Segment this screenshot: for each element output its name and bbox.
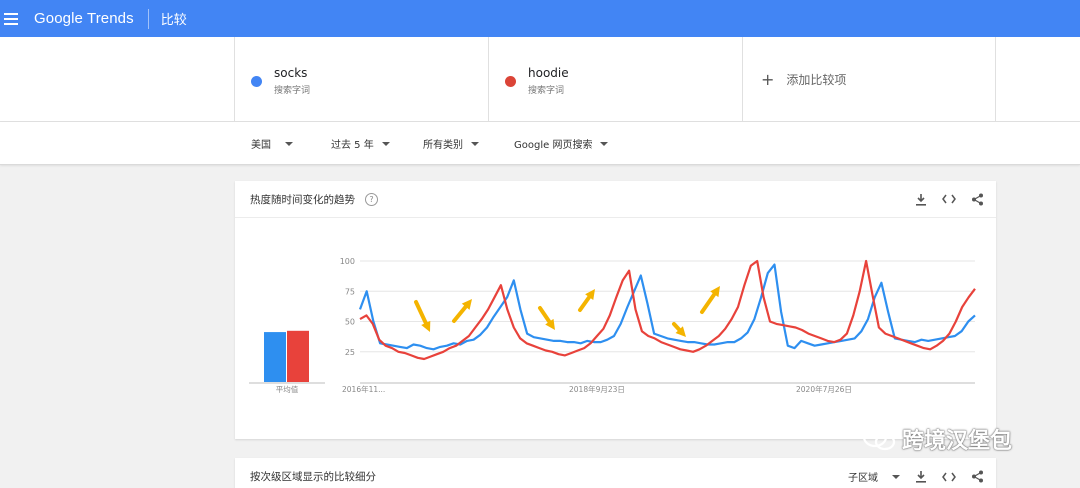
share-icon[interactable] bbox=[970, 470, 984, 484]
annotation-arrow-shaft bbox=[672, 322, 682, 332]
wechat-icon bbox=[862, 426, 896, 451]
card-title: 热度随时间变化的趋势 bbox=[250, 193, 355, 206]
average-label: 平均值 bbox=[276, 384, 299, 394]
card-title: 按次级区域显示的比较细分 bbox=[250, 471, 376, 483]
help-icon[interactable]: ? bbox=[365, 192, 378, 206]
subregion-select[interactable]: 子区域 bbox=[848, 469, 900, 484]
annotation-arrow-shaft bbox=[414, 300, 428, 325]
series-line-socks bbox=[358, 263, 976, 351]
x-tick-label: 2016年11... bbox=[342, 384, 385, 394]
search-type-select[interactable]: Google 网页搜索 bbox=[514, 136, 609, 151]
term-hoodie[interactable]: hoodie 搜索字词 bbox=[489, 37, 742, 96]
term-name: socks bbox=[274, 66, 308, 80]
download-icon[interactable] bbox=[914, 192, 928, 206]
x-tick-label: 2018年9月23日 bbox=[569, 384, 625, 394]
x-tick-label: 2020年7月26日 bbox=[796, 384, 852, 394]
time-range-select[interactable]: 过去 5 年 bbox=[331, 136, 390, 151]
embed-code-icon[interactable] bbox=[942, 470, 956, 484]
card-header: 按次级区域显示的比较细分 子区域 bbox=[235, 458, 996, 488]
interest-chart: 100 75 50 25 2016年11... 2018年9月23日 2020年7月26日 平… bbox=[249, 257, 976, 394]
chevron-down-icon bbox=[892, 474, 900, 479]
chevron-down-icon bbox=[285, 141, 293, 146]
share-icon[interactable] bbox=[970, 192, 984, 206]
annotation-arrow-shaft bbox=[538, 306, 552, 324]
page-title: 比较 bbox=[160, 13, 187, 28]
watermark: 跨境汉堡包 bbox=[862, 423, 1012, 455]
y-tick-label: 25 bbox=[345, 348, 355, 357]
card-tools bbox=[914, 192, 984, 206]
y-tick-label: 50 bbox=[345, 318, 355, 327]
plus-icon: + bbox=[761, 70, 775, 89]
card-header: 热度随时间变化的趋势 ? bbox=[235, 181, 996, 218]
y-tick-label: 75 bbox=[345, 287, 355, 296]
annotation-arrow-shaft bbox=[452, 304, 468, 323]
average-bar-socks bbox=[264, 332, 286, 382]
y-tick-label: 100 bbox=[340, 257, 355, 266]
app-bar: Google Trends 比较 bbox=[0, 0, 1080, 37]
embed-code-icon[interactable] bbox=[942, 192, 956, 206]
add-term-button[interactable]: + 添加比较项 bbox=[743, 37, 995, 122]
term-box-socks[interactable]: socks 搜索字词 bbox=[234, 37, 488, 122]
chevron-down-icon bbox=[600, 141, 609, 146]
interest-over-time-card: 热度随时间变化的趋势 ? 100 75 50 25 2016年11... 2018年9月2… bbox=[235, 181, 996, 439]
term-type: 搜索字词 bbox=[528, 86, 565, 96]
red-dot-icon bbox=[505, 75, 516, 87]
term-socks[interactable]: socks 搜索字词 bbox=[235, 37, 488, 96]
term-type: 搜索字词 bbox=[274, 86, 311, 96]
annotation-arrow-shaft bbox=[700, 292, 717, 314]
download-icon[interactable] bbox=[914, 470, 928, 484]
appbar-divider bbox=[147, 8, 149, 29]
annotation-arrow-shaft bbox=[578, 295, 592, 312]
category-select[interactable]: 所有类别 bbox=[423, 136, 479, 151]
menu-icon[interactable] bbox=[4, 12, 18, 25]
region-breakdown-card: 按次级区域显示的比较细分 子区域 bbox=[235, 458, 996, 488]
term-box-hoodie[interactable]: hoodie 搜索字词 bbox=[488, 37, 742, 122]
term-name: hoodie bbox=[528, 66, 569, 80]
blue-dot-icon bbox=[251, 75, 262, 87]
add-term-box[interactable]: + 添加比较项 bbox=[742, 37, 996, 122]
region-select[interactable]: 美国 bbox=[251, 136, 293, 151]
filter-bar: 美国 过去 5 年 所有类别 Google 网页搜索 bbox=[0, 122, 1080, 165]
google-trends-logo[interactable]: Google Trends bbox=[34, 10, 134, 27]
chevron-down-icon bbox=[381, 141, 390, 146]
chevron-down-icon bbox=[471, 141, 479, 146]
compare-terms-bar: socks 搜索字词 hoodie 搜索字词 + 添加比较项 bbox=[0, 37, 1080, 122]
card-tools: 子区域 bbox=[848, 469, 984, 484]
average-bar-hoodie bbox=[287, 330, 309, 382]
